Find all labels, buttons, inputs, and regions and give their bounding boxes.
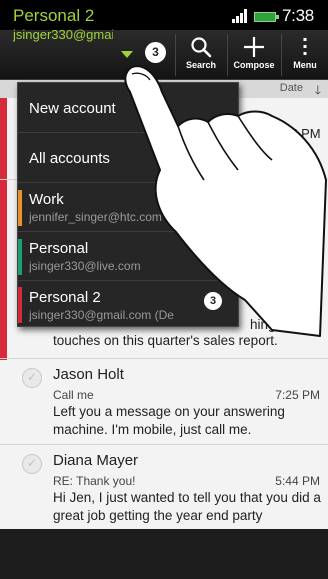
list-item[interactable]: Jason Holt Call me 7:25 PM Left you a me… [0,359,328,445]
bottom-bar [0,529,328,579]
menu-label: Menu [293,60,317,70]
compose-button[interactable]: Compose [228,30,280,80]
account-color-marker [18,239,22,275]
account-email[interactable]: jsinger330@gmail.com [13,27,113,42]
menu-item-personal[interactable]: Personal jsinger330@live.com [18,232,238,281]
message-time: 5:44 PM [275,474,320,488]
menu-item-email: jsinger330@live.com [29,259,141,273]
subject: Call me [53,388,94,402]
menu-item-all-accounts[interactable]: All accounts [18,133,238,183]
signal-icon [232,9,250,23]
message-preview: Left you a message on your answering mac… [53,404,285,437]
menu-item-email: jsinger330@gmail.com (De [29,308,174,322]
menu-item-personal-2[interactable]: Personal 2 jsinger330@gmail.com (De 3 [18,281,238,327]
account-color-marker [18,190,22,226]
checkbox[interactable] [22,368,42,388]
search-label: Search [185,60,217,70]
more-vert-icon [303,38,307,55]
menu-item-label: Personal 2 [29,289,101,306]
search-button[interactable]: Search [176,30,226,80]
message-time: 7:25 PM [275,388,320,402]
menu-button[interactable]: Menu [282,30,328,80]
checkbox[interactable] [22,454,42,474]
sender: Jason Holt [53,366,124,383]
search-icon [191,37,212,58]
plus-icon [244,37,264,57]
account-color-marker [18,287,22,323]
sort-label: Date [279,82,303,94]
menu-item-label: New account [29,100,116,117]
unread-badge: 3 [204,292,222,310]
account-name[interactable]: Personal 2 [13,6,94,26]
message-preview: Hi Jen, I just wanted to tell you that y… [53,490,321,523]
battery-icon [254,12,279,22]
menu-item-email: jennifer_singer@htc.com [29,210,162,224]
menu-item-label: Work [29,191,64,208]
sender: Diana Mayer [53,452,139,469]
compose-label: Compose [233,60,275,70]
dropdown-arrow-icon[interactable] [121,51,133,58]
account-menu: New account All accounts Work jennifer_s… [17,82,239,327]
menu-item-new-account[interactable]: New account [18,83,238,133]
menu-item-label: Personal [29,240,89,257]
menu-item-work[interactable]: Work jennifer_singer@htc.com [18,183,238,232]
unread-badge: 3 [145,42,166,63]
subject: RE: Thank you! [53,474,136,488]
menu-item-label: All accounts [29,150,110,167]
list-item[interactable]: Diana Mayer RE: Thank you! 5:44 PM Hi Je… [0,445,328,529]
